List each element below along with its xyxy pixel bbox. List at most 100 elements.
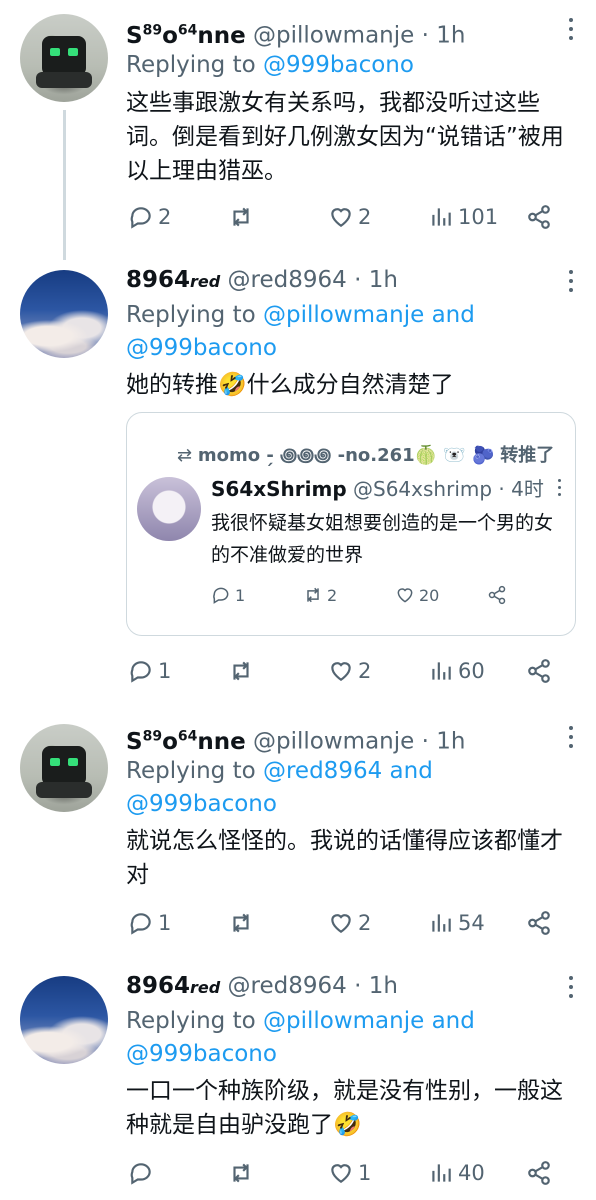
display-name[interactable]: 8964red bbox=[126, 267, 220, 293]
like-button[interactable]: 2 bbox=[328, 202, 371, 232]
reply-icon bbox=[213, 587, 229, 604]
avatar[interactable] bbox=[20, 14, 108, 102]
mention-link[interactable]: @999bacono bbox=[126, 791, 277, 817]
like-button[interactable]: 1 bbox=[328, 1158, 371, 1188]
tweet-header: 8964red @red8964 · 1h bbox=[126, 264, 398, 298]
tweet-text: 她的转推🤣什么成分自然清楚了 bbox=[126, 372, 454, 398]
more-icon[interactable] bbox=[568, 18, 574, 45]
views-count: 101 bbox=[458, 205, 499, 229]
reply-button[interactable]: 1 bbox=[211, 583, 245, 607]
share-icon bbox=[488, 585, 506, 605]
replying-to: Replying to @pillowmanje and @999bacono bbox=[126, 1008, 475, 1067]
views-button[interactable]: 40 bbox=[428, 1158, 485, 1188]
handle[interactable]: @pillowmanje bbox=[253, 729, 414, 755]
tweet-header: S89o64nne @pillowmanje · 1h bbox=[126, 720, 465, 758]
like-button[interactable]: 20 bbox=[395, 583, 439, 607]
tweet-4[interactable]: 8964red @red8964 · 1h Replying to @pillo… bbox=[0, 964, 596, 1200]
tweet-text: 就说怎么怪怪的。我说的话懂得应该都懂才对 bbox=[126, 828, 563, 888]
quoted-tweet[interactable]: ⇄ momo -̗ ꩜꩜꩜ -no.261🍈 🐻‍❄️ 🫐 转推了 S64xSh… bbox=[126, 412, 576, 636]
views-count: 40 bbox=[458, 1161, 485, 1185]
views-button[interactable]: 60 bbox=[428, 656, 485, 686]
mention-link[interactable]: @red8964 bbox=[263, 758, 382, 784]
handle[interactable]: @red8964 bbox=[228, 267, 347, 293]
like-icon bbox=[331, 914, 351, 933]
like-button[interactable]: 2 bbox=[328, 908, 371, 938]
mention-link[interactable]: @999bacono bbox=[126, 335, 277, 361]
share-button[interactable] bbox=[526, 908, 552, 938]
more-icon[interactable] bbox=[558, 479, 561, 500]
views-button[interactable]: 101 bbox=[428, 202, 498, 232]
views-icon bbox=[432, 914, 451, 932]
mention-link[interactable]: @pillowmanje bbox=[263, 302, 424, 328]
display-name[interactable]: S89o64nne bbox=[126, 22, 246, 49]
share-icon bbox=[528, 659, 550, 683]
retweet-button[interactable]: 2 bbox=[303, 583, 337, 607]
display-name[interactable]: 8964red bbox=[126, 973, 220, 999]
share-icon bbox=[528, 205, 550, 229]
like-button[interactable]: 2 bbox=[328, 656, 371, 686]
replying-to: Replying to @999bacono bbox=[126, 52, 414, 78]
share-button[interactable] bbox=[526, 656, 552, 686]
retweet-button[interactable] bbox=[228, 1158, 258, 1188]
retweet-button[interactable] bbox=[228, 908, 258, 938]
reply-icon bbox=[130, 207, 151, 229]
thread-line bbox=[63, 110, 66, 260]
views-icon bbox=[432, 1164, 451, 1182]
tweet-3[interactable]: S89o64nne @pillowmanje · 1h Replying to … bbox=[0, 712, 596, 964]
reply-button[interactable] bbox=[128, 1158, 158, 1188]
tweet-text: 一口一个种族阶级，就是没有性别，一般这种就是自由驴没跑了🤣 bbox=[126, 1078, 563, 1138]
display-name[interactable]: S89o64nne bbox=[126, 728, 246, 755]
more-icon[interactable] bbox=[568, 976, 574, 1003]
timestamp[interactable]: · 1h bbox=[354, 267, 398, 293]
mention-link[interactable]: @999bacono bbox=[263, 52, 414, 78]
avatar[interactable] bbox=[137, 477, 201, 541]
tweet-2[interactable]: 8964red @red8964 · 1h Replying to @pillo… bbox=[0, 260, 596, 712]
mention-link[interactable]: @999bacono bbox=[126, 1041, 277, 1067]
reply-button[interactable]: 1 bbox=[128, 908, 171, 938]
share-button[interactable] bbox=[526, 202, 552, 232]
views-icon bbox=[432, 208, 451, 226]
tweet-header: S89o64nne @pillowmanje · 1h bbox=[126, 14, 465, 52]
quoted-header: S64xShrimp @S64xshrimp · 4时 bbox=[211, 473, 544, 502]
views-button[interactable]: 54 bbox=[428, 908, 485, 938]
like-icon bbox=[397, 588, 413, 603]
more-icon[interactable] bbox=[568, 270, 574, 297]
reply-count: 1 bbox=[158, 659, 172, 683]
views-count: 60 bbox=[458, 659, 485, 683]
timestamp[interactable]: · 1h bbox=[354, 973, 398, 999]
retweet-context: ⇄ momo -̗ ꩜꩜꩜ -no.261🍈 🐻‍❄️ 🫐 转推了 bbox=[177, 445, 555, 466]
like-icon bbox=[331, 208, 351, 227]
handle[interactable]: @pillowmanje bbox=[253, 23, 414, 49]
avatar[interactable] bbox=[20, 976, 108, 1064]
share-button[interactable] bbox=[526, 1158, 552, 1188]
like-count: 2 bbox=[358, 659, 372, 683]
retweet-icon bbox=[233, 913, 249, 933]
replying-to: Replying to @red8964 and @999bacono bbox=[126, 758, 433, 817]
share-button[interactable] bbox=[487, 583, 507, 607]
tweet-1[interactable]: S89o64nne @pillowmanje · 1h Replying to … bbox=[0, 0, 596, 260]
timestamp[interactable]: · 4时 bbox=[498, 477, 543, 501]
avatar[interactable] bbox=[20, 270, 108, 358]
reply-count: 1 bbox=[158, 911, 172, 935]
reply-icon bbox=[130, 1163, 151, 1185]
like-count: 2 bbox=[358, 911, 372, 935]
avatar[interactable] bbox=[20, 724, 108, 812]
more-icon[interactable] bbox=[568, 726, 574, 753]
robot-avatar-image bbox=[36, 746, 92, 798]
display-name[interactable]: S64xShrimp bbox=[211, 477, 347, 501]
retweet-icon bbox=[233, 661, 249, 681]
tweet-text: 这些事跟激女有关系吗，我都没听过这些词。倒是看到好几例激女因为“说错话”被用以上… bbox=[126, 90, 564, 184]
timestamp[interactable]: · 1h bbox=[422, 23, 466, 49]
handle[interactable]: @S64xshrimp bbox=[353, 477, 492, 501]
timestamp[interactable]: · 1h bbox=[422, 729, 466, 755]
retweet-icon bbox=[307, 587, 319, 603]
mention-link[interactable]: @pillowmanje bbox=[263, 1008, 424, 1034]
retweet-button[interactable] bbox=[228, 656, 258, 686]
reply-button[interactable]: 1 bbox=[128, 656, 171, 686]
views-icon bbox=[432, 662, 451, 680]
tweet-actions: 1 2 60 bbox=[126, 656, 566, 686]
handle[interactable]: @red8964 bbox=[228, 973, 347, 999]
reply-button[interactable]: 2 bbox=[128, 202, 171, 232]
retweet-button[interactable] bbox=[228, 202, 258, 232]
reply-icon bbox=[130, 661, 151, 683]
